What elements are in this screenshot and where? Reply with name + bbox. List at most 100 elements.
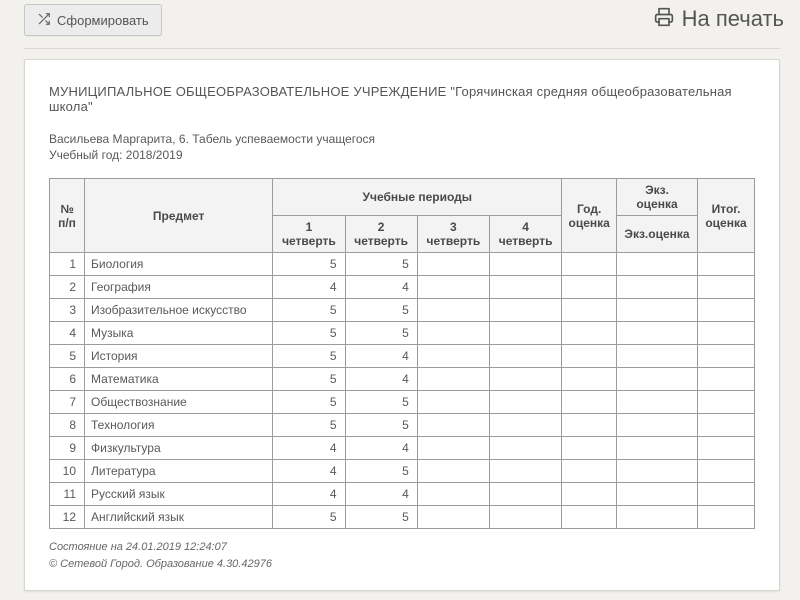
cell-exam	[617, 506, 698, 529]
cell-q4	[490, 414, 562, 437]
cell-subject: Литература	[85, 460, 273, 483]
col-year: Год. оценка	[562, 179, 617, 253]
cell-q2: 5	[345, 299, 417, 322]
cell-q3	[417, 276, 489, 299]
cell-final	[698, 299, 755, 322]
table-row: 11Русский язык44	[50, 483, 755, 506]
heading-prefix: МУНИЦИПАЛЬНОЕ ОБЩЕОБРАЗОВАТЕЛЬНОЕ УЧРЕЖД…	[49, 84, 447, 99]
col-q2: 2 четверть	[345, 216, 417, 253]
grades-table: № п/п Предмет Учебные периоды Год. оценк…	[49, 178, 755, 529]
cell-subject: Физкультура	[85, 437, 273, 460]
cell-q1: 4	[273, 460, 345, 483]
cell-exam	[617, 391, 698, 414]
cell-n: 8	[50, 414, 85, 437]
cell-final	[698, 345, 755, 368]
year-line: Учебный год: 2018/2019	[49, 148, 755, 162]
header-row-1: № п/п Предмет Учебные периоды Год. оценк…	[50, 179, 755, 216]
table-row: 7Обществознание55	[50, 391, 755, 414]
cell-subject: География	[85, 276, 273, 299]
table-row: 6Математика54	[50, 368, 755, 391]
cell-subject: Изобразительное искусство	[85, 299, 273, 322]
cell-subject: Русский язык	[85, 483, 273, 506]
cell-q4	[490, 276, 562, 299]
cell-q1: 5	[273, 414, 345, 437]
generate-label: Сформировать	[57, 13, 149, 28]
col-final: Итог. оценка	[698, 179, 755, 253]
cell-year	[562, 368, 617, 391]
cell-exam	[617, 483, 698, 506]
cell-n: 3	[50, 299, 85, 322]
table-row: 5История54	[50, 345, 755, 368]
cell-n: 12	[50, 506, 85, 529]
cell-exam	[617, 414, 698, 437]
cell-subject: Биология	[85, 253, 273, 276]
cell-final	[698, 253, 755, 276]
cell-n: 9	[50, 437, 85, 460]
col-exam: Экз.оценка	[617, 216, 698, 253]
cell-q1: 5	[273, 506, 345, 529]
cell-year	[562, 299, 617, 322]
report-sheet: МУНИЦИПАЛЬНОЕ ОБЩЕОБРАЗОВАТЕЛЬНОЕ УЧРЕЖД…	[24, 59, 780, 591]
cell-final	[698, 506, 755, 529]
generate-button[interactable]: Сформировать	[24, 4, 162, 36]
cell-q3	[417, 414, 489, 437]
cell-year	[562, 253, 617, 276]
cell-year	[562, 345, 617, 368]
table-row: 1Биология55	[50, 253, 755, 276]
cell-q3	[417, 368, 489, 391]
footer-state: Состояние на 24.01.2019 12:24:07	[49, 539, 755, 556]
cell-year	[562, 437, 617, 460]
print-button[interactable]: На печать	[648, 2, 790, 36]
cell-q3	[417, 253, 489, 276]
cell-q4	[490, 345, 562, 368]
col-periods-group: Учебные периоды	[273, 179, 562, 216]
cell-year	[562, 276, 617, 299]
cell-exam	[617, 460, 698, 483]
cell-q2: 5	[345, 414, 417, 437]
cell-q1: 5	[273, 368, 345, 391]
cell-final	[698, 437, 755, 460]
cell-exam	[617, 368, 698, 391]
cell-final	[698, 483, 755, 506]
cell-year	[562, 391, 617, 414]
table-row: 3Изобразительное искусство55	[50, 299, 755, 322]
cell-q4	[490, 460, 562, 483]
cell-q4	[490, 483, 562, 506]
cell-q2: 4	[345, 483, 417, 506]
cell-final	[698, 276, 755, 299]
cell-q2: 4	[345, 276, 417, 299]
cell-q1: 5	[273, 345, 345, 368]
cell-exam	[617, 322, 698, 345]
cell-exam	[617, 276, 698, 299]
cell-subject: История	[85, 345, 273, 368]
student-line: Васильева Маргарита, 6. Табель успеваемо…	[49, 132, 755, 146]
cell-q4	[490, 391, 562, 414]
cell-q2: 5	[345, 506, 417, 529]
cell-q2: 5	[345, 253, 417, 276]
cell-q3	[417, 483, 489, 506]
cell-q4	[490, 299, 562, 322]
cell-n: 6	[50, 368, 85, 391]
cell-q1: 4	[273, 276, 345, 299]
cell-q1: 5	[273, 322, 345, 345]
cell-final	[698, 414, 755, 437]
table-row: 8Технология55	[50, 414, 755, 437]
cell-exam	[617, 253, 698, 276]
cell-year	[562, 414, 617, 437]
toolbar: Сформировать На печать	[0, 0, 800, 48]
table-row: 9Физкультура44	[50, 437, 755, 460]
table-row: 2География44	[50, 276, 755, 299]
cell-year	[562, 483, 617, 506]
cell-q3	[417, 391, 489, 414]
cell-n: 2	[50, 276, 85, 299]
cell-q4	[490, 322, 562, 345]
cell-year	[562, 460, 617, 483]
cell-subject: Технология	[85, 414, 273, 437]
cell-q4	[490, 506, 562, 529]
cell-n: 11	[50, 483, 85, 506]
cell-q4	[490, 368, 562, 391]
cell-q1: 5	[273, 253, 345, 276]
report-heading: МУНИЦИПАЛЬНОЕ ОБЩЕОБРАЗОВАТЕЛЬНОЕ УЧРЕЖД…	[49, 84, 755, 114]
col-q4: 4 четверть	[490, 216, 562, 253]
cell-q2: 4	[345, 437, 417, 460]
